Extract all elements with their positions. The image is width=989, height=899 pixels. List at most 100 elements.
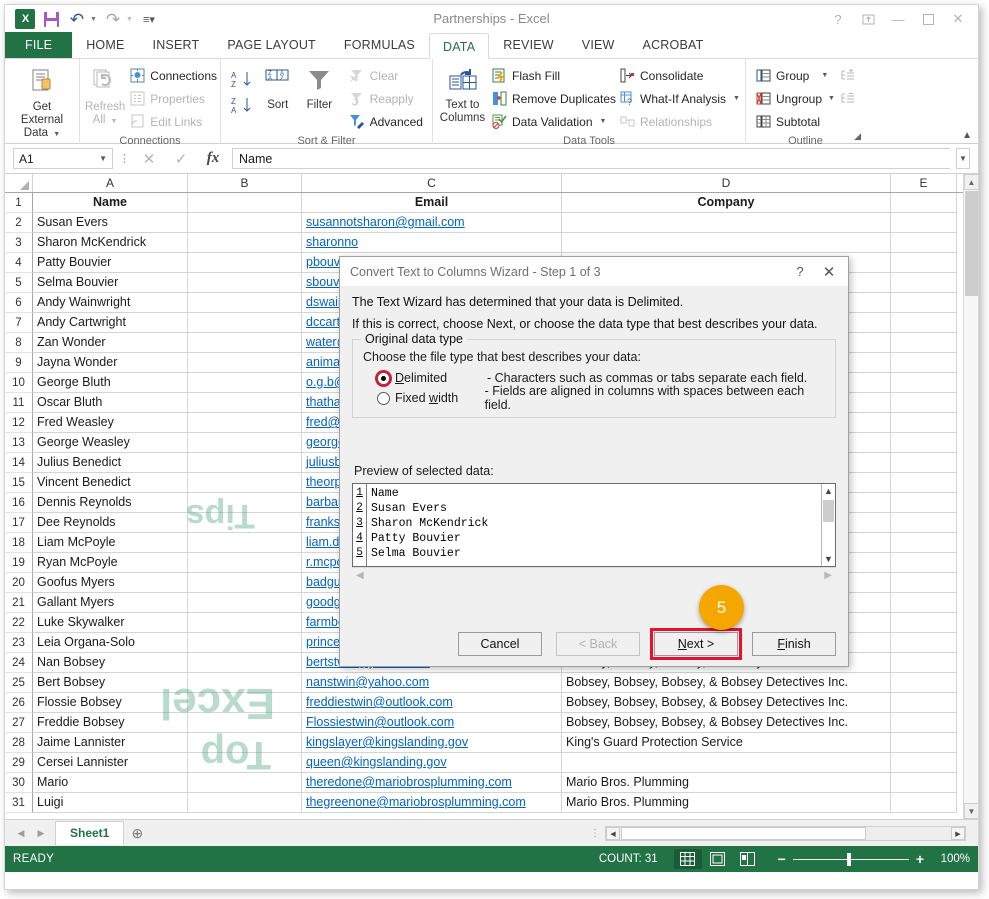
cell-E4[interactable] (891, 253, 957, 273)
cell-A25[interactable]: Bert Bobsey (33, 673, 188, 693)
insert-function-icon[interactable]: fx (200, 148, 226, 169)
cell-B4[interactable] (188, 253, 302, 273)
cell-C31[interactable]: thegreenone@mariobrosplumming.com (302, 793, 562, 813)
cancel-icon[interactable]: ✕ (136, 148, 162, 169)
collapse-ribbon-icon[interactable]: ▲ (962, 130, 972, 141)
close-icon[interactable]: ✕ (814, 263, 844, 281)
cell-A9[interactable]: Jayna Wonder (33, 353, 188, 373)
enter-icon[interactable]: ✓ (168, 148, 194, 169)
table-row[interactable]: 3 Sharon McKendrick sharonno (5, 233, 978, 253)
tab-home[interactable]: HOME (72, 32, 138, 58)
cell-E5[interactable] (891, 273, 957, 293)
tab-review[interactable]: REVIEW (489, 32, 568, 58)
cell-B12[interactable] (188, 413, 302, 433)
flash-fill-button[interactable]: Flash Fill (487, 64, 615, 87)
row-header[interactable]: 29 (5, 753, 33, 773)
row-header[interactable]: 30 (5, 773, 33, 793)
cell-B2[interactable] (188, 213, 302, 233)
cell-E29[interactable] (891, 753, 957, 773)
cell-B21[interactable] (188, 593, 302, 613)
cell-D1[interactable]: Company (562, 193, 891, 213)
row-header[interactable]: 19 (5, 553, 33, 573)
table-row[interactable]: 25 Bert Bobsey nanstwin@yahoo.com Bobsey, B… (5, 673, 978, 693)
cell-B30[interactable] (188, 773, 302, 793)
cell-A31[interactable]: Luigi (33, 793, 188, 813)
cell-E13[interactable] (891, 433, 957, 453)
finish-button[interactable]: Finish (752, 632, 836, 656)
cell-C1[interactable]: Email (302, 193, 562, 213)
column-header-b[interactable]: B (188, 174, 302, 192)
row-header[interactable]: 27 (5, 713, 33, 733)
what-if-analysis-button[interactable]: ? What-If Analysis ▼ (615, 87, 740, 110)
table-row[interactable]: 26 Flossie Bobsey freddiestwin@outlook.com… (5, 693, 978, 713)
cell-A3[interactable]: Sharon McKendrick (33, 233, 188, 253)
cell-A17[interactable]: Dee Reynolds (33, 513, 188, 533)
group-button[interactable]: Group ▼ (751, 64, 835, 87)
name-box-dropdown-icon[interactable]: ▼ (99, 154, 107, 163)
tab-formulas[interactable]: FORMULAS (330, 32, 429, 58)
row-header[interactable]: 16 (5, 493, 33, 513)
table-row[interactable]: 31 Luigi thegreenone@mariobrosplumming.com… (5, 793, 978, 813)
relationships-button[interactable]: Relationships (615, 110, 740, 133)
row-header[interactable]: 4 (5, 253, 33, 273)
cell-E21[interactable] (891, 593, 957, 613)
cell-C28[interactable]: kingslayer@kingslanding.gov (302, 733, 562, 753)
sort-button[interactable]: Z A A Z Sort (257, 64, 298, 112)
row-header[interactable]: 1 (5, 193, 33, 213)
preview-scroll-left-icon[interactable]: ◀ (356, 570, 364, 581)
zoom-slider-thumb[interactable] (846, 852, 851, 866)
table-row[interactable]: 27 Freddie Bobsey Flossiestwin@outlook.com… (5, 713, 978, 733)
filter-button[interactable]: Filter (298, 64, 341, 112)
column-header-c[interactable]: C (302, 174, 562, 192)
hide-detail-button[interactable] (840, 87, 855, 110)
row-header[interactable]: 3 (5, 233, 33, 253)
cell-D30[interactable]: Mario Bros. Plumming (562, 773, 891, 793)
cell-A12[interactable]: Fred Weasley (33, 413, 188, 433)
cell-E25[interactable] (891, 673, 957, 693)
cell-B13[interactable] (188, 433, 302, 453)
zoom-in-button[interactable]: + (916, 851, 924, 867)
radio-delimited[interactable] (377, 371, 390, 385)
cell-B3[interactable] (188, 233, 302, 253)
row-header[interactable]: 11 (5, 393, 33, 413)
cancel-button[interactable]: Cancel (458, 632, 542, 656)
cell-B20[interactable] (188, 573, 302, 593)
row-header[interactable]: 6 (5, 293, 33, 313)
cell-C29[interactable]: queen@kingslanding.gov (302, 753, 562, 773)
cell-E8[interactable] (891, 333, 957, 353)
clear-filter-button[interactable]: Clear (345, 64, 427, 87)
preview-scroll-right-icon[interactable]: ▶ (824, 570, 832, 581)
cell-A6[interactable]: Andy Wainwright (33, 293, 188, 313)
text-to-columns-button[interactable]: Text to Columns (438, 64, 487, 125)
cell-B27[interactable] (188, 713, 302, 733)
refresh-all-button[interactable]: Refresh All ▼ (85, 64, 125, 128)
tab-acrobat[interactable]: ACROBAT (629, 32, 718, 58)
row-header[interactable]: 25 (5, 673, 33, 693)
table-row[interactable]: 30 Mario theredone@mariobrosplumming.com Ma… (5, 773, 978, 793)
cell-A22[interactable]: Luke Skywalker (33, 613, 188, 633)
cell-A1[interactable]: Name (33, 193, 188, 213)
row-header[interactable]: 24 (5, 653, 33, 673)
cell-E1[interactable] (891, 193, 957, 213)
cell-C27[interactable]: Flossiestwin@outlook.com (302, 713, 562, 733)
reapply-filter-button[interactable]: Reapply (345, 87, 427, 110)
row-header[interactable]: 7 (5, 313, 33, 333)
horizontal-scroll-thumb[interactable] (621, 827, 866, 840)
cell-E18[interactable] (891, 533, 957, 553)
cell-B14[interactable] (188, 453, 302, 473)
cell-B26[interactable] (188, 693, 302, 713)
cell-E20[interactable] (891, 573, 957, 593)
cell-A10[interactable]: George Bluth (33, 373, 188, 393)
preview-vertical-scroll-thumb[interactable] (823, 500, 834, 522)
cell-A19[interactable]: Ryan McPoyle (33, 553, 188, 573)
cell-B23[interactable] (188, 633, 302, 653)
edit-links-button[interactable]: Edit Links (125, 110, 221, 133)
vertical-scrollbar[interactable]: ▲ ▼ (963, 174, 978, 819)
cell-A7[interactable]: Andy Cartwright (33, 313, 188, 333)
cell-A30[interactable]: Mario (33, 773, 188, 793)
cell-B6[interactable] (188, 293, 302, 313)
cell-B10[interactable] (188, 373, 302, 393)
cell-C3[interactable]: sharonno (302, 233, 562, 253)
close-icon[interactable]: ✕ (944, 9, 972, 29)
sheet-tab-sheet1[interactable]: Sheet1 (55, 821, 125, 845)
